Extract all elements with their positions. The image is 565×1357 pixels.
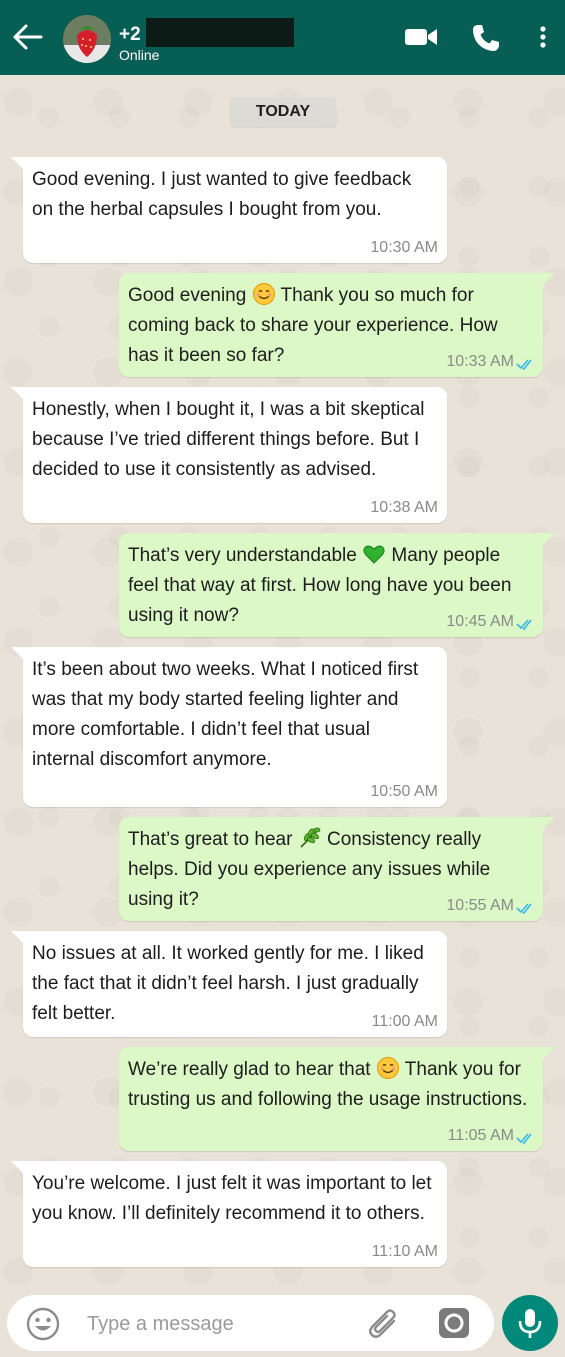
chat-area[interactable]: TODAY Good evening. I just wanted to giv… bbox=[0, 75, 565, 1285]
composer-bar bbox=[0, 1285, 565, 1357]
outgoing-message[interactable]: Good evening Thank you so much for comin… bbox=[119, 273, 555, 377]
double-check-read-icon bbox=[516, 359, 532, 371]
double-check-read-icon bbox=[516, 903, 532, 915]
contact-status: Online bbox=[119, 47, 160, 63]
attachment-paperclip-icon[interactable] bbox=[366, 1305, 402, 1343]
incoming-message[interactable]: Honestly, when I bought it, I was a bit … bbox=[11, 387, 447, 523]
message-text: We’re really glad to hear that Thank you… bbox=[128, 1055, 533, 1115]
message-time: 10:55 AM bbox=[446, 897, 514, 914]
message-text: It’s been about two weeks. What I notice… bbox=[32, 659, 419, 770]
more-options-icon[interactable] bbox=[533, 22, 553, 52]
smiling-face-emoji bbox=[376, 1057, 399, 1079]
message-text-part: That’s very understandable bbox=[128, 545, 357, 566]
contact-name: +2 bbox=[119, 24, 141, 45]
message-text-part: That’s great to hear bbox=[128, 829, 293, 850]
video-call-icon[interactable] bbox=[403, 22, 439, 52]
microphone-icon bbox=[518, 1309, 542, 1338]
message-time: 10:45 AM bbox=[446, 613, 514, 630]
incoming-message[interactable]: You’re welcome. I just felt it was impor… bbox=[11, 1161, 447, 1267]
message-input-box[interactable] bbox=[7, 1295, 494, 1351]
message-text: Good evening. I just wanted to give feed… bbox=[32, 169, 412, 220]
redacted-number-bar bbox=[146, 18, 294, 47]
message-text-part: We’re really glad to hear that bbox=[128, 1059, 371, 1080]
outgoing-message[interactable]: That’s great to hear Consistency really … bbox=[119, 817, 555, 921]
message-time: 10:33 AM bbox=[446, 353, 514, 370]
message-text-part: Good evening bbox=[128, 285, 247, 306]
message-time: 11:05 AM bbox=[447, 1127, 514, 1144]
message-time: 10:50 AM bbox=[370, 783, 438, 800]
chat-header: +2 Online bbox=[0, 0, 565, 75]
message-time: 11:00 AM bbox=[371, 1013, 438, 1030]
message-time: 11:10 AM bbox=[371, 1243, 438, 1260]
date-separator: TODAY bbox=[230, 97, 336, 127]
voice-record-button[interactable] bbox=[502, 1295, 558, 1351]
double-check-read-icon bbox=[516, 619, 532, 631]
message-input[interactable] bbox=[87, 1309, 337, 1339]
incoming-message[interactable]: It’s been about two weeks. What I notice… bbox=[11, 647, 447, 807]
message-time: 10:38 AM bbox=[370, 499, 438, 516]
outgoing-message[interactable]: We’re really glad to hear that Thank you… bbox=[119, 1047, 555, 1151]
message-time: 10:30 AM bbox=[370, 239, 438, 256]
back-arrow-icon[interactable] bbox=[10, 22, 44, 52]
contact-name-row[interactable]: +2 bbox=[119, 18, 294, 48]
message-text: Honestly, when I bought it, I was a bit … bbox=[32, 399, 425, 480]
incoming-message[interactable]: No issues at all. It worked gently for m… bbox=[11, 931, 447, 1037]
message-text: You’re welcome. I just felt it was impor… bbox=[32, 1173, 432, 1224]
emoji-picker-icon[interactable] bbox=[26, 1307, 60, 1341]
green-heart-emoji bbox=[363, 545, 385, 564]
contact-avatar[interactable] bbox=[63, 15, 111, 63]
voice-call-icon[interactable] bbox=[470, 22, 502, 54]
strawberry-avatar-image bbox=[63, 15, 111, 63]
double-check-read-icon bbox=[516, 1133, 532, 1145]
outgoing-message[interactable]: That’s very understandable Many people f… bbox=[119, 533, 555, 637]
incoming-message[interactable]: Good evening. I just wanted to give feed… bbox=[11, 157, 447, 263]
smiling-face-emoji bbox=[252, 283, 275, 305]
herb-emoji bbox=[300, 827, 321, 848]
camera-icon[interactable] bbox=[437, 1306, 471, 1340]
